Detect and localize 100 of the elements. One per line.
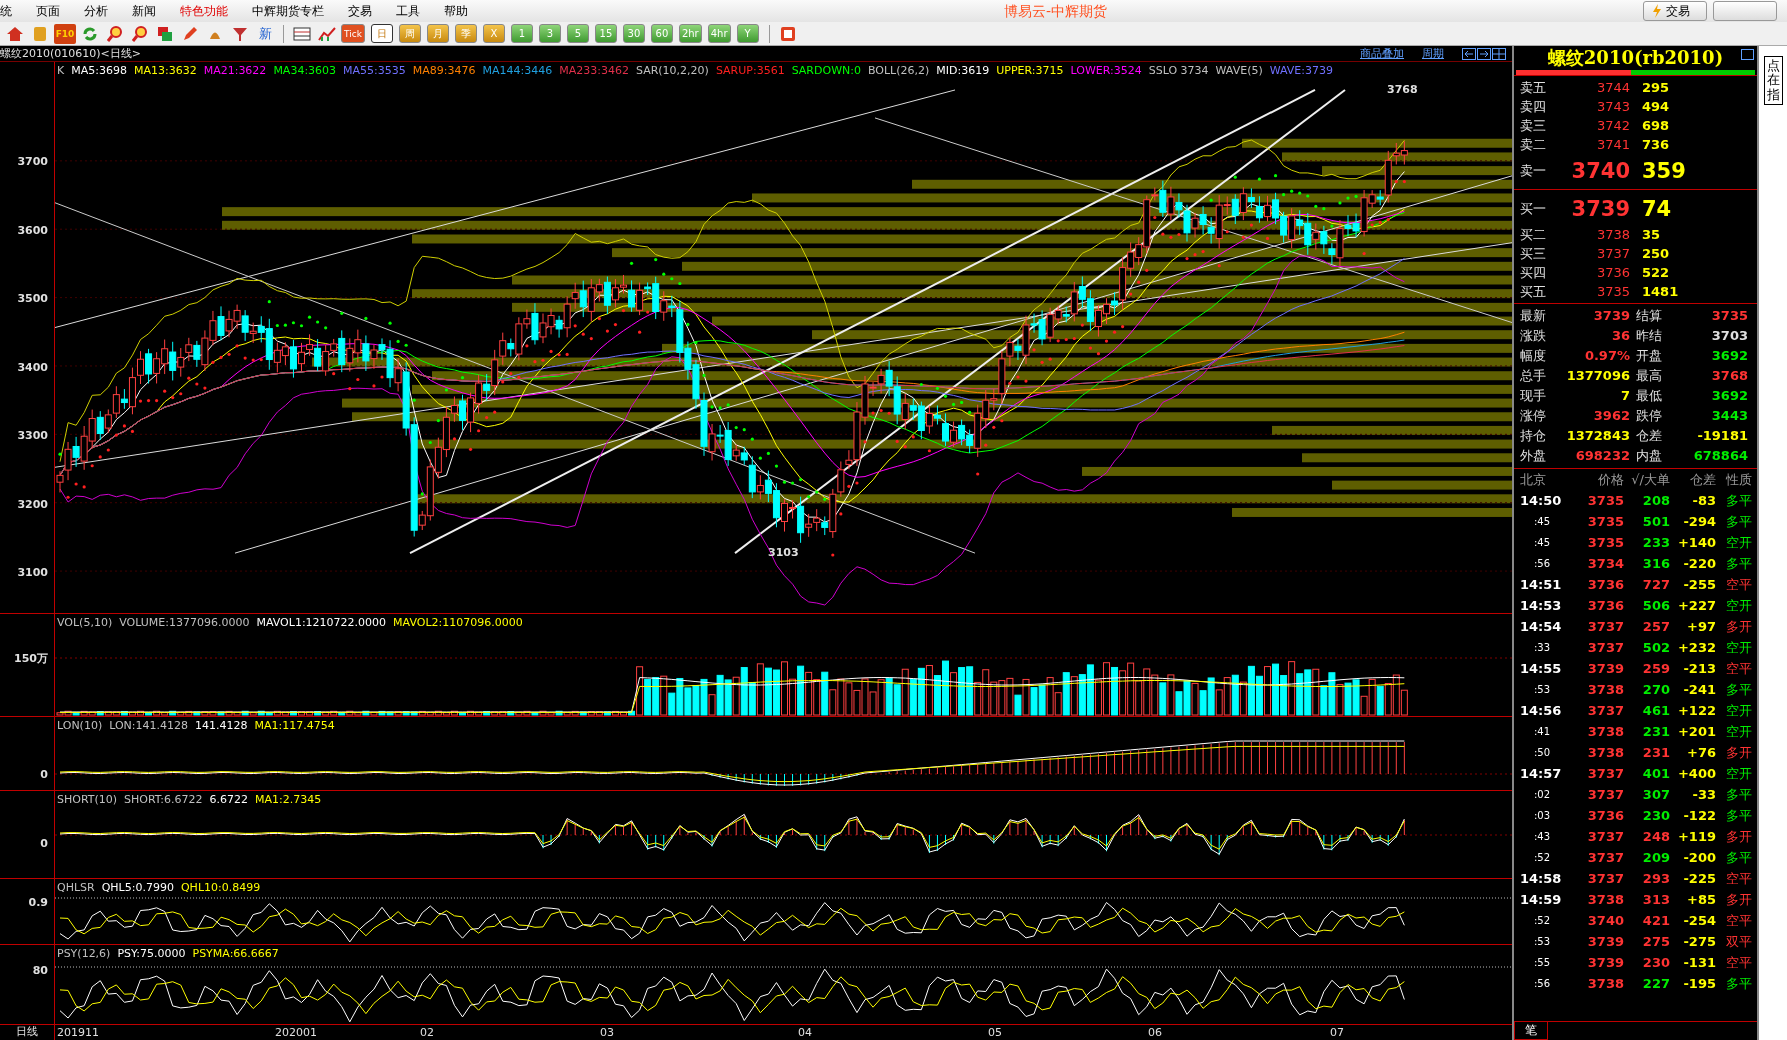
period-button[interactable]: 月: [426, 24, 449, 43]
trade-price: 3737: [1586, 829, 1624, 844]
indicator-value: QHLSR: [57, 880, 95, 894]
period-button[interactable]: Y: [736, 24, 759, 43]
menu-item[interactable]: 分析: [72, 2, 120, 20]
ask-volume: 494: [1641, 99, 1671, 114]
indicator-value: MA21:3622: [203, 63, 267, 77]
trade-nature: 多平: [1725, 848, 1752, 867]
period-button[interactable]: 60: [650, 24, 673, 43]
date-tick: 06: [1148, 1026, 1162, 1040]
trade-price: 3739: [1586, 955, 1624, 970]
menu-item[interactable]: 页面: [24, 2, 72, 20]
indicator-value: MA233:3462: [559, 63, 629, 77]
stat-value: 3692: [1710, 387, 1748, 405]
trade-nature: 多开: [1725, 890, 1752, 909]
menu-item[interactable]: 交易: [336, 2, 384, 20]
stat-label: 涨停: [1519, 407, 1547, 425]
period-button[interactable]: 30: [622, 24, 645, 43]
stat-value: 3768: [1710, 367, 1748, 385]
trade-button[interactable]: 交易: [1643, 1, 1707, 21]
indicator-value: QHL5:0.7990: [101, 880, 174, 894]
stat-value: 7: [1619, 387, 1630, 405]
open-interest-change: +232: [1676, 640, 1716, 655]
book-label: 买二: [1519, 225, 1547, 244]
trade-nature: 空平: [1725, 953, 1752, 972]
menu-item[interactable]: 帮助: [432, 2, 480, 20]
period-button[interactable]: 1: [510, 24, 533, 43]
menu-item[interactable]: 特色功能: [168, 2, 240, 20]
trade-nature: 多平: [1725, 680, 1752, 699]
indicator-value: MA34:3603: [273, 63, 337, 77]
header-link[interactable]: 商品叠加: [1360, 46, 1404, 61]
period-button[interactable]: 2hr: [678, 24, 702, 43]
trade-price: 3737: [1586, 703, 1624, 718]
tick-tab[interactable]: 笔: [1514, 1022, 1548, 1040]
indicator-value: SSLO 3734: [1148, 63, 1209, 77]
menu-item[interactable]: 新闻: [120, 2, 168, 20]
trade-nature: 空开: [1725, 533, 1752, 552]
f10-button[interactable]: F10: [54, 23, 76, 44]
menu-item[interactable]: 工具: [384, 2, 432, 20]
open-interest-change: -131: [1682, 955, 1716, 970]
stat-label: 开盘: [1635, 347, 1663, 365]
menu-item[interactable]: 统: [0, 2, 24, 20]
period-button[interactable]: Tick: [341, 24, 365, 43]
trade-time: 14:55: [1519, 661, 1563, 676]
period-button[interactable]: 3: [538, 24, 561, 43]
open-interest-change: +201: [1676, 724, 1716, 739]
window-button[interactable]: [1713, 1, 1777, 21]
stat-label: 持仓: [1519, 427, 1547, 445]
bid-volume: 74: [1641, 196, 1673, 221]
book-label: 买一: [1519, 199, 1547, 218]
indicator-value: MA55:3535: [343, 63, 406, 77]
open-interest-change: +76: [1686, 745, 1716, 760]
trade-price: 3737: [1586, 766, 1624, 781]
stat-label: 现手: [1519, 387, 1547, 405]
stat-label: 最高: [1635, 367, 1663, 385]
indicator-value: PSY(12,6): [57, 946, 111, 960]
open-interest-change: +97: [1686, 619, 1716, 634]
indicator-value: SHORT(10): [57, 792, 118, 806]
chart-nav-icon[interactable]: [1462, 47, 1506, 60]
trade-volume: 502: [1641, 640, 1670, 655]
trade-time: 14:54: [1519, 619, 1563, 634]
period-button[interactable]: 15: [594, 24, 617, 43]
price-annotation: 3103: [768, 546, 799, 559]
axis-label: 3400: [17, 360, 48, 373]
period-button[interactable]: 5: [566, 24, 589, 43]
maximize-icon[interactable]: [1741, 49, 1754, 60]
stat-label: 结算: [1635, 307, 1663, 325]
open-interest-change: -122: [1682, 808, 1716, 823]
trade-price: 3738: [1586, 745, 1624, 760]
stat-label: 内盘: [1635, 447, 1663, 465]
menu-item[interactable]: 中辉期货专栏: [240, 2, 336, 20]
trade-volume: 293: [1641, 871, 1670, 886]
indicator-value: WAVE(5): [1215, 63, 1263, 77]
indicator-value: MA1:2.7345: [255, 792, 322, 806]
indicator-value: SARDOWN:0: [791, 63, 861, 77]
indicator-value: MA144:3446: [482, 63, 553, 77]
period-button[interactable]: 周: [398, 24, 421, 43]
open-interest-change: +119: [1676, 829, 1716, 844]
date-tick: 05: [988, 1026, 1002, 1040]
trade-volume: 248: [1641, 829, 1670, 844]
period-button[interactable]: 4hr: [707, 24, 731, 43]
period-button[interactable]: X: [482, 24, 505, 43]
bid-volume: 522: [1641, 265, 1671, 280]
book-label: 卖二: [1519, 135, 1547, 154]
axis-label: 150万: [14, 650, 48, 666]
axis-label: 3200: [17, 497, 48, 510]
trade-time: 14:59: [1519, 892, 1563, 907]
side-tab[interactable]: 点在指: [1763, 56, 1783, 105]
open-interest-change: -241: [1682, 682, 1716, 697]
trade-price: 3738: [1586, 682, 1624, 697]
indicator-value: SARUP:3561: [715, 63, 785, 77]
trade-volume: 230: [1641, 808, 1670, 823]
bid-price: 3737: [1595, 246, 1630, 261]
period-button[interactable]: 日: [370, 24, 393, 43]
trade-price: 3734: [1586, 556, 1624, 571]
trade-time: 14:50: [1519, 493, 1563, 508]
header-link[interactable]: 周期: [1422, 46, 1444, 61]
indicator-value: SHORT:6.6722: [124, 792, 203, 806]
news-button[interactable]: 新: [254, 23, 276, 44]
indicator-value: LON:141.4128: [109, 718, 189, 732]
